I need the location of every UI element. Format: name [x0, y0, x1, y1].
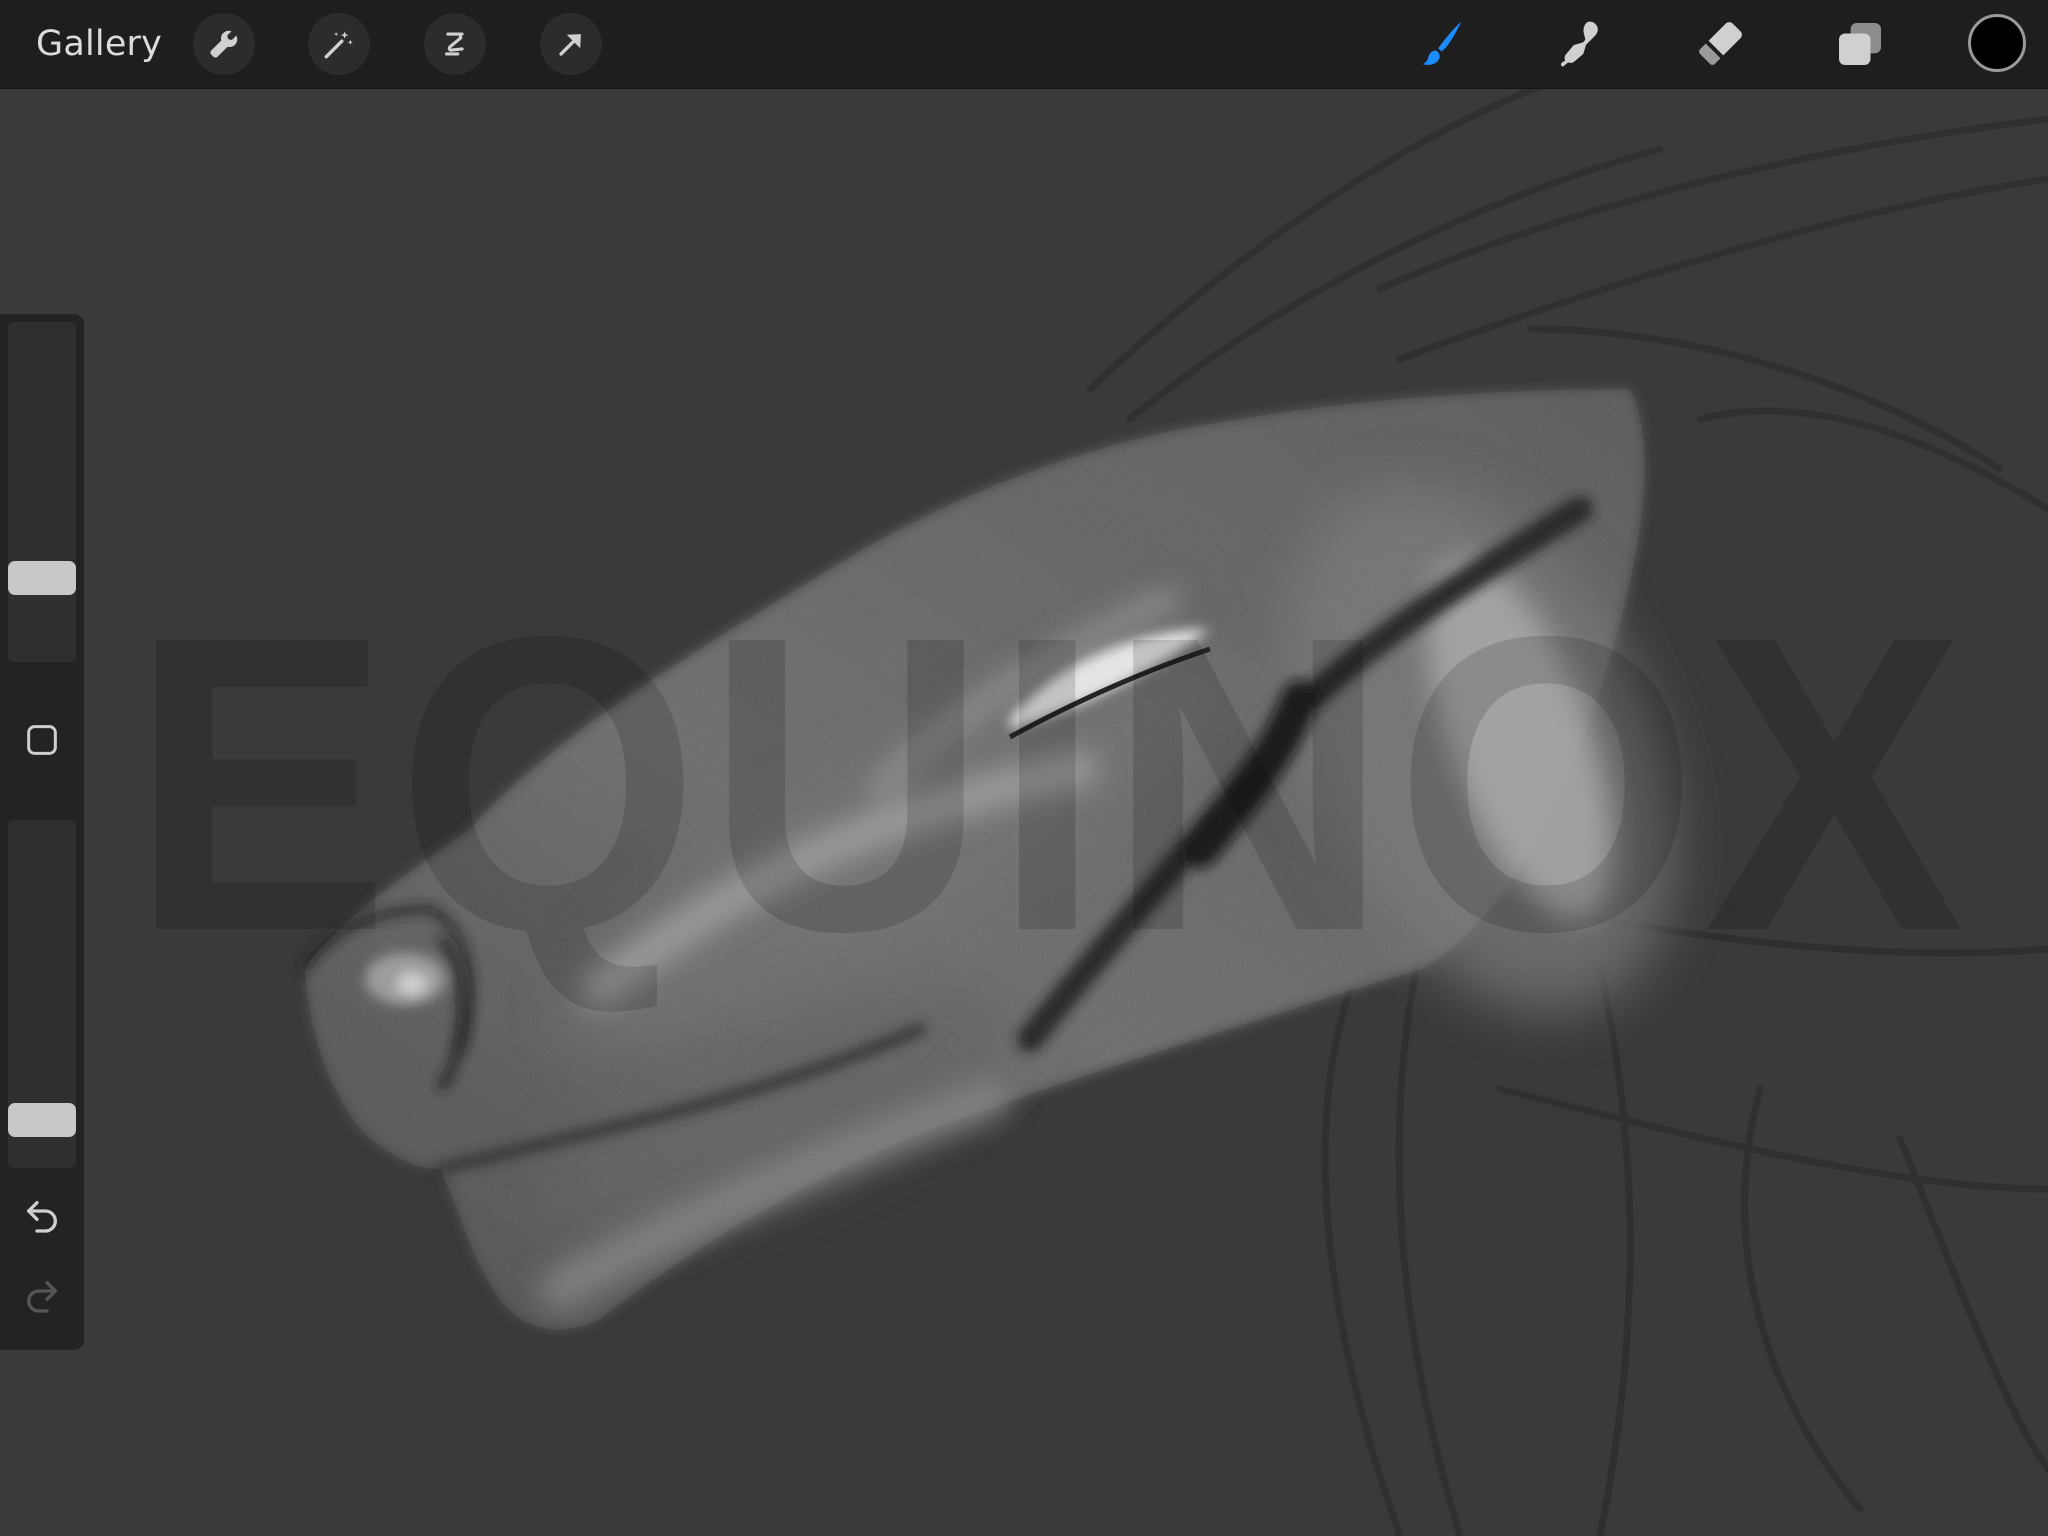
brush-size-slider[interactable]: [8, 322, 76, 662]
procreate-app: Gallery EQUINOX: [0, 0, 2048, 1536]
actions-button[interactable]: [193, 13, 255, 75]
color-swatch-button[interactable]: [1968, 14, 2026, 72]
smudge-finger-icon: [1560, 21, 1598, 67]
canvas-artwork: EQUINOX: [130, 89, 2048, 1536]
layers-icon: [1839, 23, 1881, 65]
wrench-icon: [210, 30, 238, 58]
eraser-icon: [1699, 22, 1742, 65]
top-toolbar: Gallery: [0, 0, 2048, 89]
brush-tool-button[interactable]: [1410, 14, 1470, 74]
undo-icon: [27, 1201, 57, 1233]
paintbrush-icon: [1422, 21, 1461, 65]
square-icon: [27, 725, 57, 755]
redo-button[interactable]: [18, 1272, 66, 1320]
transform-arrow-icon: [559, 34, 581, 56]
smudge-tool-button[interactable]: [1550, 14, 1610, 74]
gallery-button[interactable]: Gallery: [36, 22, 162, 66]
brush-size-slider-thumb[interactable]: [8, 560, 76, 595]
watermark-text: EQUINOX: [130, 550, 1970, 1019]
transform-button[interactable]: [540, 13, 602, 75]
drawing-canvas[interactable]: EQUINOX: [0, 89, 2048, 1536]
layers-button[interactable]: [1830, 14, 1890, 74]
redo-icon: [27, 1281, 57, 1313]
selection-icon: [444, 32, 464, 56]
left-sidebar: [0, 314, 84, 1350]
modify-button[interactable]: [18, 716, 66, 764]
eraser-tool-button[interactable]: [1690, 14, 1750, 74]
adjustments-button[interactable]: [308, 13, 370, 75]
undo-button[interactable]: [18, 1192, 66, 1240]
selection-button[interactable]: [424, 13, 486, 75]
opacity-slider-thumb[interactable]: [8, 1102, 76, 1137]
magic-wand-icon: [324, 31, 353, 59]
